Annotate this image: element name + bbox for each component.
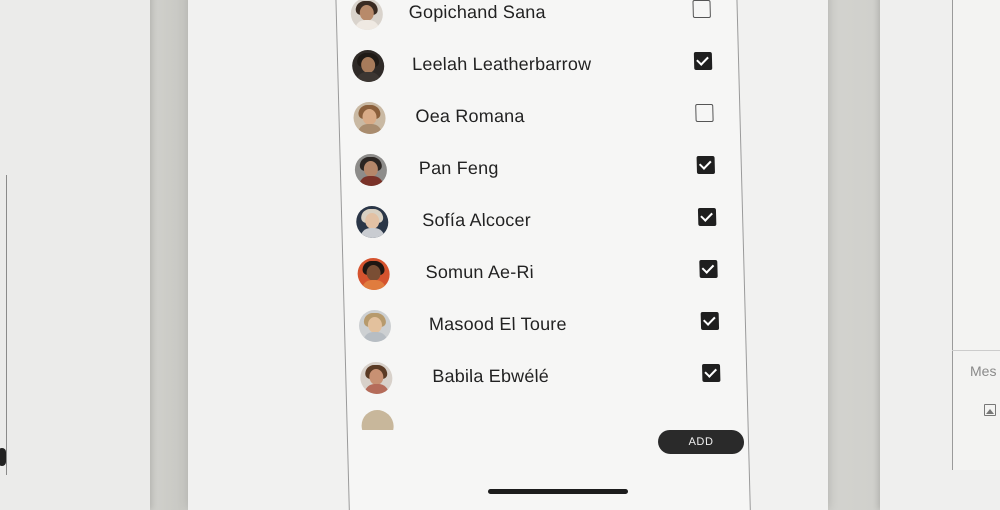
contact-checkbox[interactable] [695, 104, 714, 122]
left-sheet-dot [0, 448, 6, 466]
contact-name: Sofía Alcocer [421, 210, 532, 230]
contact-name: Pan Feng [418, 158, 499, 178]
avatar [350, 0, 384, 30]
avatar [351, 50, 385, 82]
contact-picker-screen: Gopichand Sana Leelah Leatherbarrow Oea … [335, 0, 751, 510]
contact-row-partial [347, 410, 748, 430]
left-paper-sheet [0, 0, 150, 510]
contact-checkbox[interactable] [700, 312, 720, 330]
image-icon[interactable] [984, 404, 996, 416]
contact-name: Gopichand Sana [408, 2, 546, 22]
add-button[interactable]: ADD [657, 430, 745, 454]
avatar [361, 410, 395, 430]
message-placeholder: Mes [970, 363, 997, 379]
contact-row[interactable]: Oea Romana [339, 98, 740, 150]
contact-name: Babila Ebwélé [432, 366, 550, 386]
contact-row[interactable]: Pan Feng [340, 150, 741, 202]
avatar [359, 362, 393, 394]
contact-checkbox[interactable] [692, 0, 711, 18]
contact-checkbox[interactable] [693, 52, 713, 70]
right-panel [952, 0, 1000, 470]
contact-checkbox[interactable] [697, 208, 717, 226]
avatar [355, 206, 389, 238]
contact-row[interactable]: Sofía Alcocer [342, 202, 743, 254]
contact-checkbox[interactable] [696, 156, 716, 174]
avatar [353, 102, 386, 134]
avatar [354, 154, 388, 186]
contact-row[interactable]: Babila Ebwélé [346, 358, 747, 410]
contact-name: Oea Romana [415, 106, 525, 126]
contact-name: Masood El Toure [428, 314, 567, 334]
contact-name: Somun Ae-Ri [425, 262, 535, 282]
avatar [357, 258, 391, 290]
contact-checkbox[interactable] [701, 364, 721, 382]
contact-row[interactable]: Masood El Toure [344, 306, 745, 358]
contact-row[interactable]: Gopichand Sana [336, 0, 737, 46]
avatar [358, 310, 392, 342]
left-sheet-frame [0, 175, 7, 475]
contact-checkbox[interactable] [699, 260, 718, 278]
contact-row[interactable]: Somun Ae-Ri [343, 254, 744, 306]
contact-name: Leelah Leatherbarrow [411, 54, 592, 74]
right-paper-sheet: Mes [880, 0, 1000, 510]
contact-row[interactable]: Leelah Leatherbarrow [338, 46, 739, 98]
home-indicator [488, 489, 628, 494]
